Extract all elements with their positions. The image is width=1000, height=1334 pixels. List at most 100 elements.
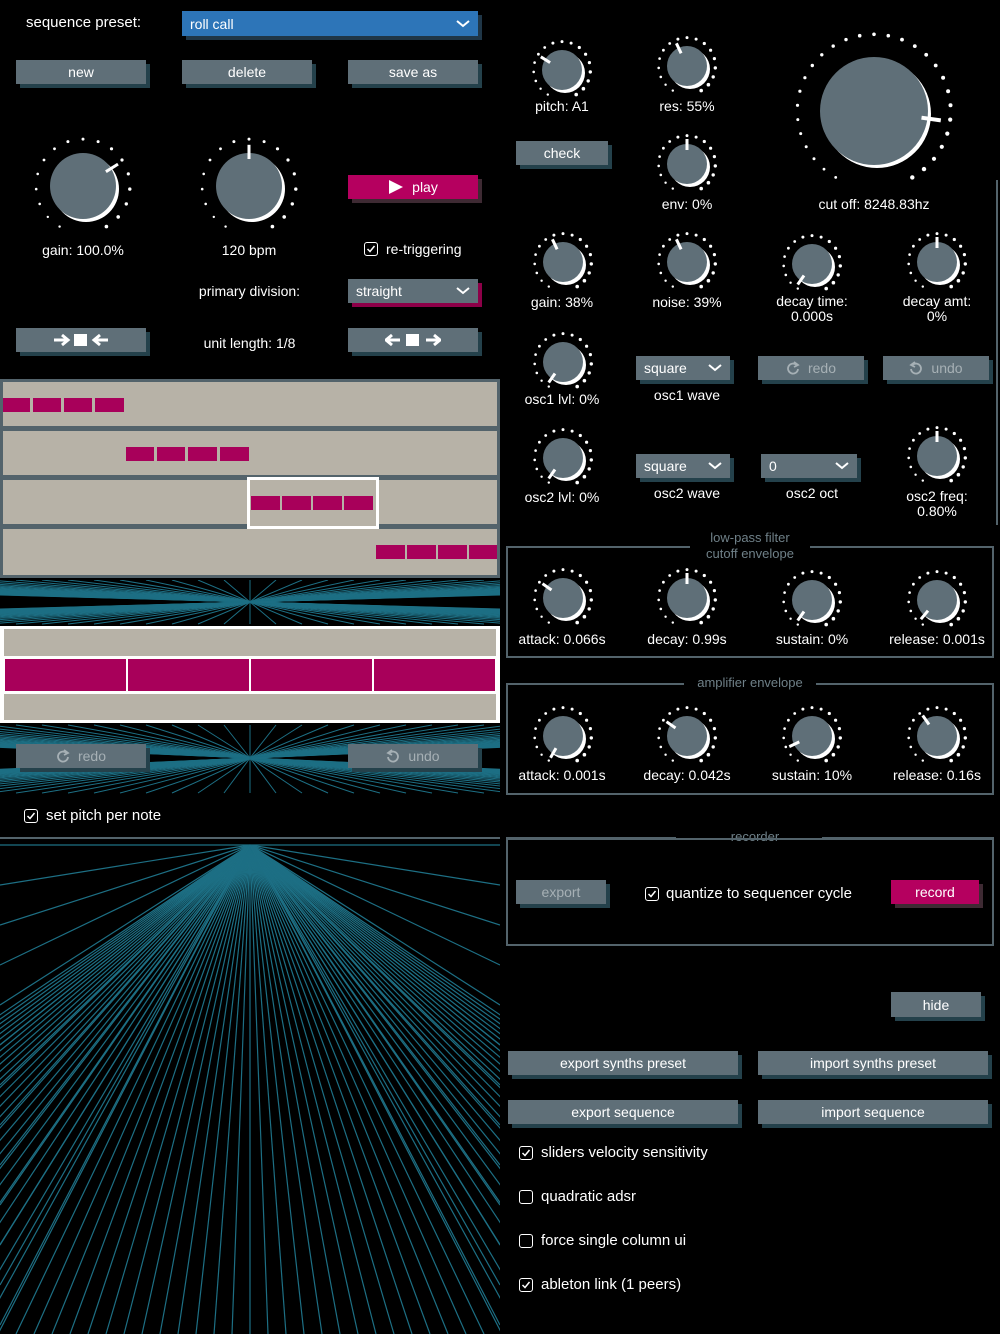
decay-amount-knob[interactable] xyxy=(896,221,978,303)
ableton-link-checkbox[interactable] xyxy=(519,1278,533,1292)
gain-knob[interactable] xyxy=(19,122,147,250)
amplifier-envelope-title: amplifier envelope xyxy=(684,675,816,691)
noise-value-label: noise: 39% xyxy=(652,294,722,310)
quantize-checkbox[interactable] xyxy=(645,887,659,901)
osc1-wave-dropdown[interactable]: square xyxy=(636,356,730,380)
division-cell[interactable] xyxy=(251,659,372,691)
retrigger-label: re-triggering xyxy=(386,241,462,257)
sequence-note[interactable] xyxy=(282,496,311,510)
osc2-wave-label: osc2 wave xyxy=(653,485,721,501)
sequence-note[interactable] xyxy=(64,398,92,412)
check-button[interactable]: check xyxy=(516,141,608,165)
sequence-note[interactable] xyxy=(251,496,280,510)
sequence-note[interactable] xyxy=(3,398,30,412)
knob-graphic xyxy=(782,570,842,627)
osc1-wave-label: osc1 wave xyxy=(653,387,721,403)
osc2-frequency-value: 0.80% xyxy=(917,503,957,519)
division-lane[interactable] xyxy=(4,629,496,656)
filter-attack-knob[interactable] xyxy=(522,557,604,639)
amp-sustain-knob[interactable] xyxy=(771,695,853,777)
record-button[interactable]: record xyxy=(891,880,979,904)
recorder-export-button[interactable]: export xyxy=(516,880,606,904)
sequence-undo-button[interactable]: undo xyxy=(348,744,478,768)
shift-inward-button[interactable] xyxy=(16,328,146,352)
sequence-note[interactable] xyxy=(469,545,497,559)
env-knob[interactable] xyxy=(646,123,728,205)
play-button[interactable]: play xyxy=(348,175,478,199)
sequence-note[interactable] xyxy=(407,545,436,559)
tempo-knob[interactable] xyxy=(185,122,313,250)
sequence-note[interactable] xyxy=(344,496,373,510)
sequence-note[interactable] xyxy=(313,496,342,510)
division-cell[interactable] xyxy=(128,659,249,691)
redo-icon xyxy=(57,749,70,763)
division-grid[interactable] xyxy=(0,626,500,723)
sequence-lane[interactable] xyxy=(3,431,497,475)
import-synths-preset-button[interactable]: import synths preset xyxy=(758,1051,988,1075)
filter-decay-knob[interactable] xyxy=(646,557,728,639)
velocity-sensitivity-checkbox[interactable] xyxy=(519,1146,533,1160)
set-pitch-checkbox[interactable] xyxy=(24,809,38,823)
amp-attack-knob[interactable] xyxy=(522,695,604,777)
sequence-note[interactable] xyxy=(376,545,405,559)
unit-length-label: unit length: 1/8 xyxy=(203,335,296,351)
preset-dropdown[interactable]: roll call xyxy=(182,11,478,36)
sequence-note[interactable] xyxy=(95,398,124,412)
single-column-label: force single column ui xyxy=(541,1232,687,1249)
sequence-redo-button[interactable]: redo xyxy=(16,744,146,768)
divider xyxy=(0,837,500,839)
synth-redo-button[interactable]: redo xyxy=(758,356,864,380)
osc2-frequency-knob[interactable] xyxy=(896,415,978,497)
primary-division-dropdown[interactable]: straight xyxy=(348,279,478,303)
amp-attack-label: attack: 0.001s xyxy=(518,767,606,783)
sequence-note[interactable] xyxy=(438,545,467,559)
undo-label: undo xyxy=(408,748,440,764)
knob-graphic xyxy=(657,36,717,93)
hide-button[interactable]: hide xyxy=(891,992,981,1017)
sequence-note[interactable] xyxy=(33,398,61,412)
sequence-grid[interactable] xyxy=(0,379,500,578)
delete-button[interactable]: delete xyxy=(182,60,312,84)
shift-outward-icon xyxy=(385,333,441,347)
division-cell[interactable] xyxy=(374,659,495,691)
decay-time-value: 0.000s xyxy=(790,308,834,324)
decay-time-label: decay time: 0.000s xyxy=(752,294,872,324)
cutoff-knob[interactable] xyxy=(773,10,975,212)
undo-icon xyxy=(909,361,923,375)
noise-knob[interactable] xyxy=(646,221,728,303)
sequence-note[interactable] xyxy=(126,447,154,461)
import-sequence-button[interactable]: import sequence xyxy=(758,1100,988,1124)
single-column-checkbox[interactable] xyxy=(519,1234,533,1248)
save-as-button[interactable]: save as xyxy=(348,60,478,84)
export-synths-preset-button[interactable]: export synths preset xyxy=(508,1051,738,1075)
export-sequence-button[interactable]: export sequence xyxy=(508,1100,738,1124)
filter-release-knob[interactable] xyxy=(896,559,978,641)
amp-decay-label: decay: 0.042s xyxy=(643,767,731,783)
quantize-label: quantize to sequencer cycle xyxy=(666,885,852,902)
retrigger-checkbox[interactable] xyxy=(364,242,378,256)
quadratic-adsr-checkbox[interactable] xyxy=(519,1190,533,1204)
synth-gain-knob[interactable] xyxy=(522,221,604,303)
osc2-level-knob[interactable] xyxy=(522,417,604,499)
quadratic-adsr-label: quadratic adsr xyxy=(541,1188,637,1205)
new-button[interactable]: new xyxy=(16,60,146,84)
osc2-octave-dropdown[interactable]: 0 xyxy=(761,454,857,478)
decay-amount-title: decay amt: xyxy=(902,293,972,309)
synth-undo-button[interactable]: undo xyxy=(883,356,989,380)
osc2-level-value-label: osc2 lvl: 0% xyxy=(524,489,600,505)
knob-graphic xyxy=(782,706,842,763)
sequence-note[interactable] xyxy=(188,447,217,461)
checkmark-icon xyxy=(521,1281,531,1289)
sequence-note[interactable] xyxy=(220,447,249,461)
shift-inward-icon xyxy=(54,333,108,347)
resonance-knob[interactable] xyxy=(646,25,728,107)
division-cell[interactable] xyxy=(5,659,126,691)
shift-outward-button[interactable] xyxy=(348,328,478,352)
filter-sustain-knob[interactable] xyxy=(771,559,853,641)
sequence-note[interactable] xyxy=(157,447,185,461)
osc2-wave-dropdown[interactable]: square xyxy=(636,454,730,478)
amp-decay-knob[interactable] xyxy=(646,695,728,777)
division-lane[interactable] xyxy=(4,694,496,720)
knob-graphic xyxy=(533,428,593,485)
amp-release-knob[interactable] xyxy=(896,695,978,777)
